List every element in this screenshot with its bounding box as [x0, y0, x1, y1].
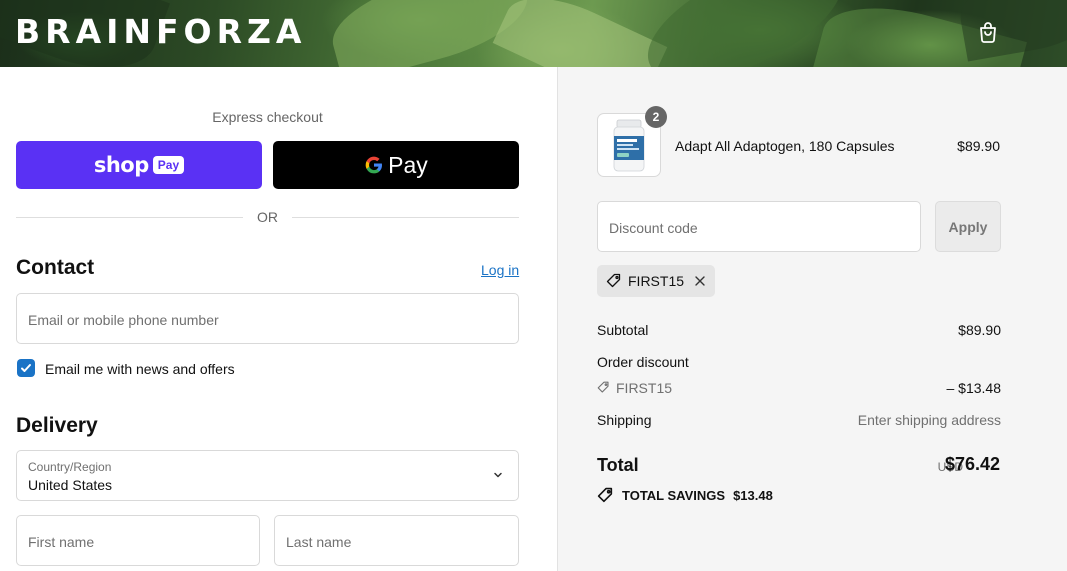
tag-icon: [597, 487, 613, 503]
newsletter-checkbox[interactable]: [17, 359, 35, 377]
brand-logo[interactable]: BRAINFORZA: [15, 13, 306, 51]
first-name-field[interactable]: First name: [16, 515, 260, 566]
country-label: Country/Region: [28, 460, 112, 474]
discount-placeholder: Discount code: [609, 220, 698, 236]
subtotal-label: Subtotal: [597, 322, 649, 338]
newsletter-label: Email me with news and offers: [45, 361, 235, 377]
savings-label: TOTAL SAVINGS: [622, 488, 726, 503]
order-summary: 2 Adapt All Adaptogen, 180 Capsules $89.…: [557, 67, 1067, 571]
shipping-value: Enter shipping address: [857, 412, 1001, 428]
shop-pay-badge: Pay: [152, 156, 185, 174]
applied-discount-chip: FIRST15: [597, 265, 716, 297]
country-value: United States: [28, 477, 113, 493]
shop-pay-text: shop: [93, 153, 149, 177]
or-text: OR: [257, 209, 278, 225]
shop-pay-button[interactable]: shop Pay: [16, 141, 262, 189]
shipping-row: Shipping Enter shipping address: [597, 412, 1001, 428]
login-link[interactable]: Log in: [481, 262, 519, 278]
savings-value: $13.48: [733, 488, 773, 503]
discount-code-label: FIRST15: [616, 380, 673, 396]
discount-code-row: FIRST15 – $13.48: [597, 380, 1001, 396]
discount-value: – $13.48: [946, 380, 1002, 396]
applied-code-label: FIRST15: [628, 273, 685, 289]
tag-icon: [606, 273, 621, 288]
delivery-title: Delivery: [16, 414, 98, 437]
total-savings: TOTAL SAVINGS $13.48: [597, 487, 773, 504]
subtotal-value: $89.90: [958, 322, 1001, 338]
subtotal-row: Subtotal $89.90: [597, 322, 1001, 338]
email-field[interactable]: Email or mobile phone number: [16, 293, 519, 344]
checkmark-icon: [21, 364, 31, 372]
quantity-badge: 2: [645, 106, 667, 128]
or-divider: OR: [16, 209, 519, 225]
total-label: Total: [597, 455, 639, 475]
total-value: $76.42: [944, 454, 1000, 474]
discount-code-input[interactable]: Discount code: [597, 201, 921, 252]
last-name-placeholder: Last name: [286, 534, 352, 550]
order-discount-row: Order discount: [597, 354, 1001, 370]
order-discount-label: Order discount: [597, 354, 689, 370]
remove-discount-icon[interactable]: [694, 275, 706, 287]
contact-title: Contact: [16, 256, 95, 279]
first-name-placeholder: First name: [28, 534, 95, 550]
checkout-form: Express checkout shop Pay Pay OR Contact…: [0, 67, 557, 571]
google-g-icon: [365, 156, 383, 174]
apply-discount-button[interactable]: Apply: [935, 201, 1001, 252]
email-placeholder: Email or mobile phone number: [28, 312, 219, 328]
shopping-bag-icon[interactable]: [976, 20, 1000, 44]
google-pay-text: Pay: [388, 151, 428, 178]
express-checkout-label: Express checkout: [212, 109, 323, 125]
last-name-field[interactable]: Last name: [274, 515, 519, 566]
chevron-down-icon: [494, 472, 502, 478]
product-price: $89.90: [957, 138, 1000, 154]
tag-icon: [597, 381, 609, 393]
google-pay-button[interactable]: Pay: [273, 141, 519, 189]
header-banner: BRAINFORZA: [0, 0, 1067, 67]
country-select[interactable]: Country/Region United States: [16, 450, 519, 501]
shipping-label: Shipping: [597, 412, 652, 428]
product-name: Adapt All Adaptogen, 180 Capsules: [675, 138, 895, 154]
